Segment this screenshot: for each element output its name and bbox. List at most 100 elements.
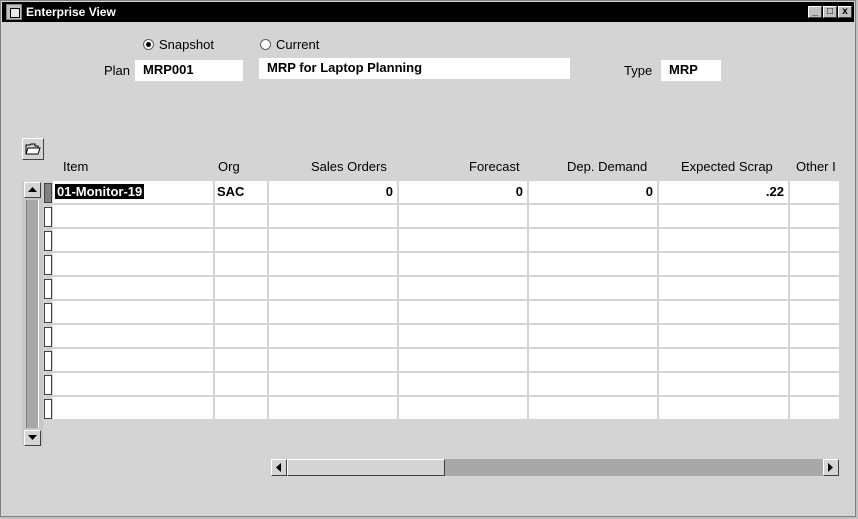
cell-item[interactable] <box>53 205 213 227</box>
cell-other[interactable] <box>790 349 839 371</box>
row-indicator[interactable] <box>44 375 52 395</box>
vertical-scroll-track[interactable] <box>26 200 39 428</box>
table-row[interactable] <box>53 373 839 395</box>
cell-forecast[interactable]: 0 <box>399 181 527 203</box>
row-indicator[interactable] <box>44 351 52 371</box>
cell-forecast[interactable] <box>399 301 527 323</box>
row-indicator[interactable] <box>44 231 52 251</box>
cell-item[interactable] <box>53 373 213 395</box>
minimize-button[interactable]: _ <box>808 6 822 18</box>
cell-org[interactable]: SAC <box>215 181 267 203</box>
open-folder-button[interactable] <box>22 138 44 160</box>
cell-expected-scrap[interactable] <box>659 229 788 251</box>
scroll-up-button[interactable] <box>24 182 41 198</box>
current-radio-option[interactable]: Current <box>260 37 319 52</box>
cell-other[interactable] <box>790 253 839 275</box>
close-button[interactable]: x <box>838 6 852 18</box>
row-indicator[interactable] <box>44 255 52 275</box>
cell-sales-orders[interactable]: 0 <box>269 181 397 203</box>
cell-other[interactable] <box>790 277 839 299</box>
plan-field[interactable]: MRP001 <box>135 60 243 81</box>
cell-org[interactable] <box>215 229 267 251</box>
cell-item[interactable]: 01-Monitor-19 <box>53 181 213 203</box>
cell-other[interactable] <box>790 325 839 347</box>
cell-dep-demand[interactable] <box>529 397 657 419</box>
window-app-icon[interactable] <box>6 4 22 20</box>
snapshot-radio[interactable] <box>143 39 154 50</box>
cell-sales-orders[interactable] <box>269 349 397 371</box>
cell-forecast[interactable] <box>399 277 527 299</box>
cell-expected-scrap[interactable] <box>659 325 788 347</box>
cell-expected-scrap[interactable] <box>659 373 788 395</box>
title-bar[interactable]: Enterprise View _ □ x <box>2 2 854 22</box>
cell-forecast[interactable] <box>399 325 527 347</box>
cell-dep-demand[interactable] <box>529 373 657 395</box>
table-row[interactable] <box>53 229 839 251</box>
cell-item[interactable] <box>53 229 213 251</box>
scroll-right-button[interactable] <box>823 459 839 476</box>
cell-sales-orders[interactable] <box>269 373 397 395</box>
cell-expected-scrap[interactable] <box>659 301 788 323</box>
row-indicator[interactable] <box>44 207 52 227</box>
cell-org[interactable] <box>215 349 267 371</box>
row-indicator[interactable] <box>44 303 52 323</box>
cell-forecast[interactable] <box>399 229 527 251</box>
cell-dep-demand[interactable] <box>529 229 657 251</box>
cell-sales-orders[interactable] <box>269 229 397 251</box>
cell-other[interactable] <box>790 229 839 251</box>
cell-org[interactable] <box>215 205 267 227</box>
cell-org[interactable] <box>215 301 267 323</box>
cell-sales-orders[interactable] <box>269 325 397 347</box>
cell-item[interactable] <box>53 349 213 371</box>
current-radio[interactable] <box>260 39 271 50</box>
table-row[interactable] <box>53 253 839 275</box>
cell-item[interactable] <box>53 253 213 275</box>
cell-other[interactable] <box>790 397 839 419</box>
cell-dep-demand[interactable] <box>529 205 657 227</box>
cell-sales-orders[interactable] <box>269 301 397 323</box>
cell-forecast[interactable] <box>399 253 527 275</box>
cell-dep-demand[interactable]: 0 <box>529 181 657 203</box>
cell-dep-demand[interactable] <box>529 349 657 371</box>
row-indicator[interactable] <box>44 183 52 203</box>
cell-sales-orders[interactable] <box>269 397 397 419</box>
vertical-scrollbar[interactable] <box>22 182 43 446</box>
table-row[interactable] <box>53 325 839 347</box>
cell-expected-scrap[interactable] <box>659 277 788 299</box>
cell-forecast[interactable] <box>399 205 527 227</box>
cell-forecast[interactable] <box>399 349 527 371</box>
cell-org[interactable] <box>215 373 267 395</box>
type-field[interactable]: MRP <box>661 60 721 81</box>
row-indicator[interactable] <box>44 279 52 299</box>
table-row[interactable] <box>53 301 839 323</box>
cell-sales-orders[interactable] <box>269 253 397 275</box>
plan-description-field[interactable]: MRP for Laptop Planning <box>259 58 570 79</box>
cell-org[interactable] <box>215 277 267 299</box>
cell-other[interactable] <box>790 373 839 395</box>
table-row[interactable] <box>53 205 839 227</box>
cell-expected-scrap[interactable] <box>659 205 788 227</box>
cell-org[interactable] <box>215 253 267 275</box>
cell-dep-demand[interactable] <box>529 277 657 299</box>
cell-org[interactable] <box>215 397 267 419</box>
table-row[interactable] <box>53 277 839 299</box>
cell-expected-scrap[interactable]: .22 <box>659 181 788 203</box>
cell-item[interactable] <box>53 277 213 299</box>
cell-other[interactable] <box>790 205 839 227</box>
cell-forecast[interactable] <box>399 373 527 395</box>
cell-other[interactable] <box>790 301 839 323</box>
cell-item[interactable] <box>53 301 213 323</box>
scroll-left-button[interactable] <box>271 459 287 476</box>
maximize-button[interactable]: □ <box>823 6 837 18</box>
cell-expected-scrap[interactable] <box>659 349 788 371</box>
table-row[interactable]: 01-Monitor-19 SAC 0 0 0 .22 <box>53 181 839 203</box>
cell-item[interactable] <box>53 397 213 419</box>
cell-sales-orders[interactable] <box>269 205 397 227</box>
cell-dep-demand[interactable] <box>529 253 657 275</box>
cell-org[interactable] <box>215 325 267 347</box>
row-indicator[interactable] <box>44 327 52 347</box>
snapshot-radio-option[interactable]: Snapshot <box>143 37 214 52</box>
cell-expected-scrap[interactable] <box>659 253 788 275</box>
cell-dep-demand[interactable] <box>529 301 657 323</box>
scroll-down-button[interactable] <box>24 430 41 446</box>
